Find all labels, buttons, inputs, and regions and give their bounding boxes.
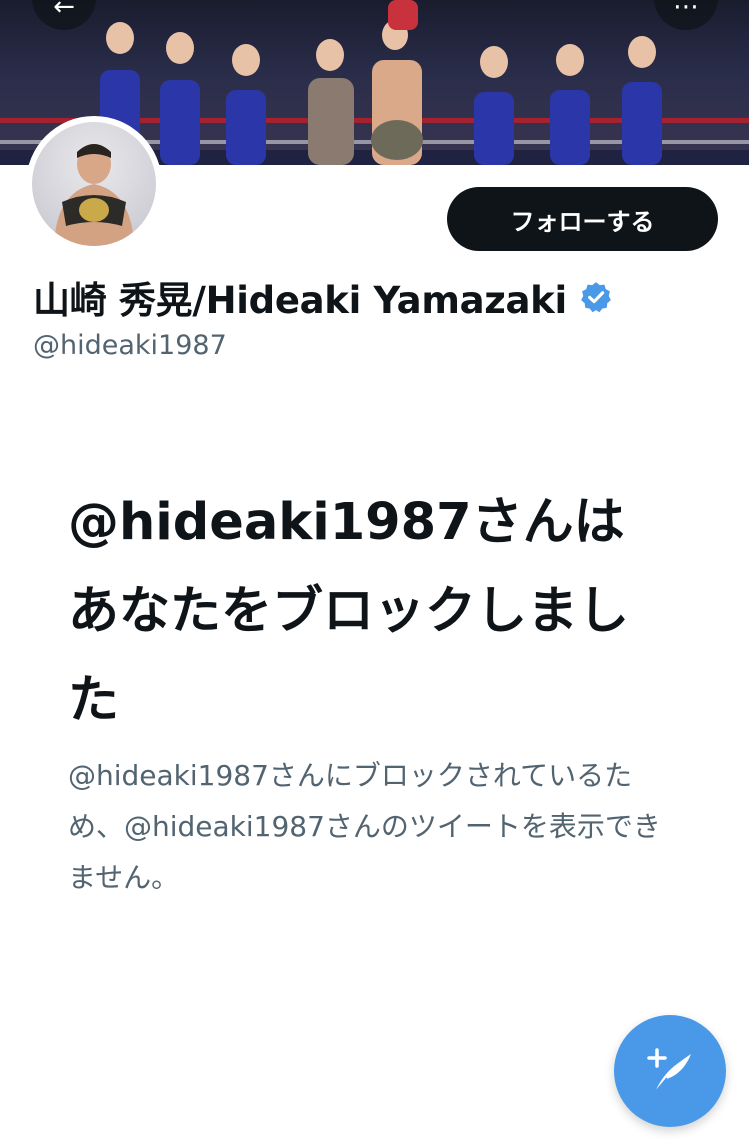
display-name: 山崎 秀晃/Hideaki Yamazaki [33,279,567,322]
follow-button[interactable]: フォローする [447,187,718,251]
compose-tweet-button[interactable] [614,1015,726,1127]
username-handle: @hideaki1987 [33,330,227,361]
blocked-description: @hideaki1987さんにブロックされているため、@hideaki1987さ… [68,759,661,894]
compose-tweet-icon [647,1048,691,1093]
ellipsis-icon: ⋯ [673,0,699,22]
arrow-left-icon: ← [53,0,75,22]
profile-name-row: 山崎 秀晃/Hideaki Yamazaki [33,272,613,322]
verified-badge-icon [580,282,611,313]
avatar-photo [32,122,156,246]
avatar[interactable] [26,116,162,252]
blocked-title: @hideaki1987さんはあなたをブロックしました [68,493,630,730]
